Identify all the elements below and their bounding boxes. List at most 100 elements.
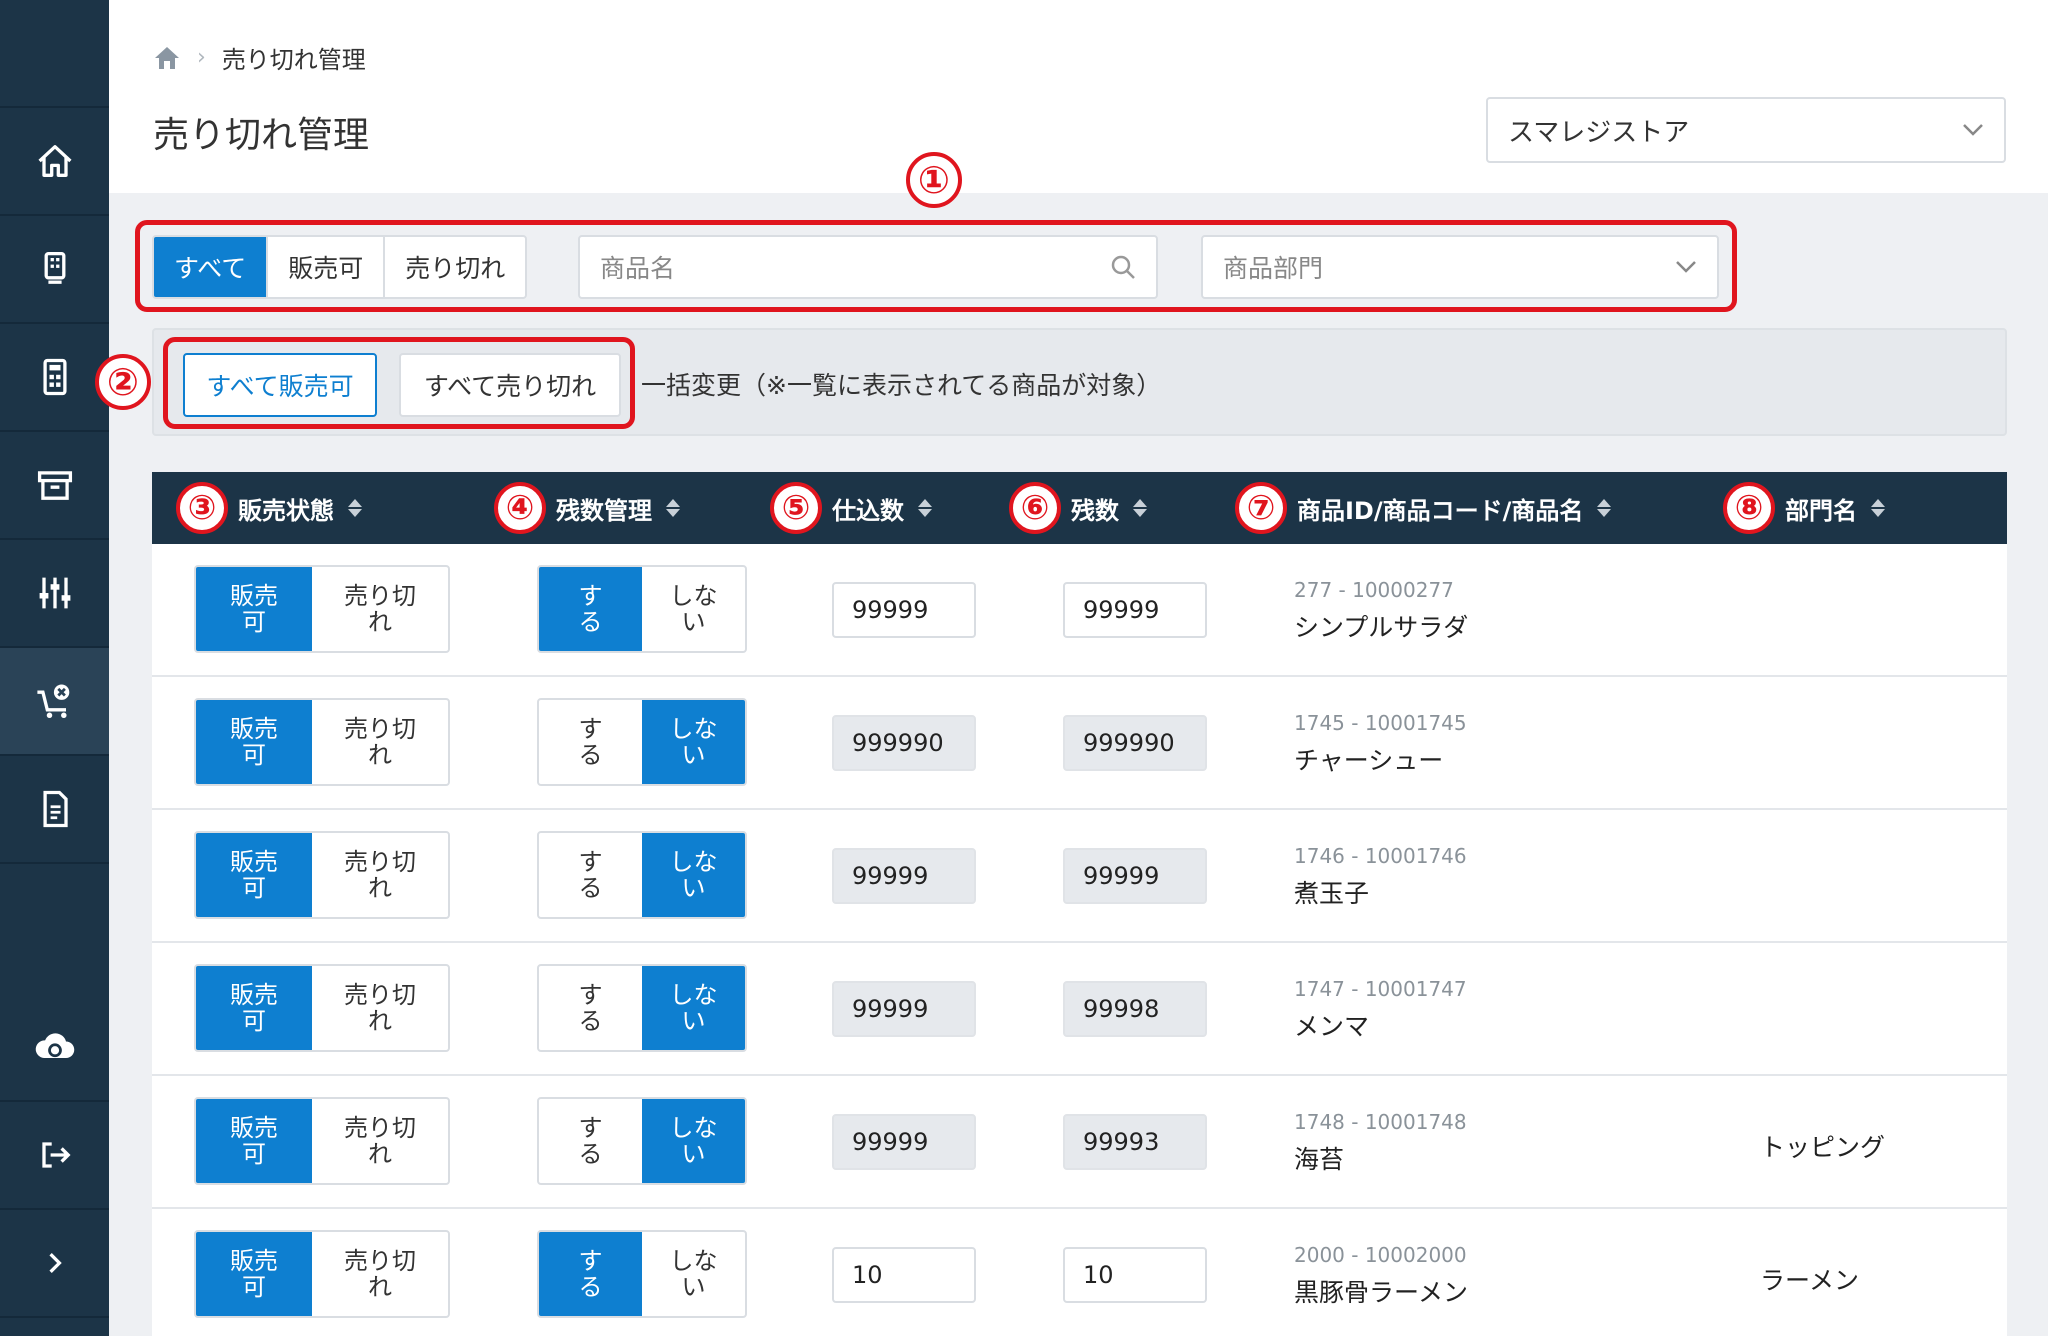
product-id: 277 - 10000277 [1294, 578, 1454, 602]
toggle-soldout[interactable]: 売り切れ [312, 1099, 448, 1183]
sidebar-logo-area [0, 0, 109, 108]
header-label: 商品ID/商品コード/商品名 [1297, 496, 1584, 525]
toggle-manage-on[interactable]: する [539, 1099, 642, 1183]
prep-count-input[interactable]: 99999 [832, 981, 976, 1037]
home-icon[interactable] [153, 45, 181, 71]
toggle-available[interactable]: 販売可 [196, 1232, 312, 1316]
toggle-manage-on[interactable]: する [539, 966, 642, 1050]
sort-icon [918, 499, 932, 517]
toggle-available[interactable]: 販売可 [196, 700, 312, 784]
table-row: 販売可売り切れするしない 99999 99998 1747 - 10001747 メンマ [152, 943, 2007, 1076]
sale-status-toggle: 販売可売り切れ [194, 1230, 450, 1318]
stock-manage-toggle: するしない [537, 831, 747, 919]
toggle-manage-off[interactable]: しない [642, 1099, 745, 1183]
chevron-down-icon [1963, 124, 1983, 136]
remaining-input[interactable]: 99999 [1063, 582, 1207, 638]
sidebar-item-settings[interactable] [0, 540, 109, 648]
cart-x-icon [36, 684, 69, 719]
sidebar-item-sync[interactable] [0, 994, 109, 1102]
annotation-8: ⑧ [1723, 482, 1775, 534]
header-stock-manage[interactable]: ④ 残数管理 [494, 472, 680, 544]
store-select[interactable]: スマレジストア [1486, 97, 2006, 163]
archive-icon [37, 471, 72, 500]
annotation-2: ② [95, 354, 151, 410]
product-id: 1748 - 10001748 [1294, 1110, 1467, 1134]
stock-manage-toggle: するしない [537, 964, 747, 1052]
sidebar-item-calculator[interactable] [0, 324, 109, 432]
toggle-manage-off[interactable]: しない [642, 966, 745, 1050]
header-label: 仕込数 [832, 496, 904, 525]
toggle-manage-off[interactable]: しない [642, 833, 745, 917]
toggle-manage-off[interactable]: しない [642, 700, 745, 784]
toggle-manage-on[interactable]: する [539, 1232, 642, 1316]
sidebar-item-register[interactable] [0, 216, 109, 324]
page-header: › 売り切れ管理 売り切れ管理 スマレジストア [109, 0, 2048, 193]
calculator-icon [42, 358, 67, 396]
page-title: 売り切れ管理 [153, 115, 370, 156]
sidebar-expand[interactable] [0, 1210, 109, 1318]
toggle-manage-off[interactable]: しない [642, 567, 745, 651]
breadcrumb-current: 売り切れ管理 [221, 46, 366, 74]
header-label: 販売状態 [238, 496, 334, 525]
toggle-manage-off[interactable]: しない [642, 1232, 745, 1316]
product-id: 1747 - 10001747 [1294, 977, 1467, 1001]
table-header: ③ 販売状態 ④ 残数管理 ⑤ 仕込数 ⑥ 残数 ⑦ 商品ID/商品コード/商品… [152, 472, 2007, 544]
toggle-manage-on[interactable]: する [539, 700, 642, 784]
sort-icon [1871, 499, 1885, 517]
toggle-manage-on[interactable]: する [539, 567, 642, 651]
prep-count-input[interactable]: 999990 [832, 715, 976, 771]
toggle-available[interactable]: 販売可 [196, 1099, 312, 1183]
bulk-note: 一括変更（※一覧に表示されてる商品が対象） [641, 371, 1162, 400]
prep-count-input[interactable]: 99999 [832, 848, 976, 904]
remaining-input[interactable]: 99999 [1063, 848, 1207, 904]
prep-count-input[interactable]: 10 [832, 1247, 976, 1303]
toggle-soldout[interactable]: 売り切れ [312, 567, 448, 651]
sidebar-item-report[interactable] [0, 756, 109, 864]
header-sale-status[interactable]: ③ 販売状態 [176, 472, 362, 544]
sale-status-toggle: 販売可売り切れ [194, 1097, 450, 1185]
header-label: 残数管理 [556, 496, 652, 525]
toggle-available[interactable]: 販売可 [196, 966, 312, 1050]
toggle-available[interactable]: 販売可 [196, 567, 312, 651]
sliders-icon [39, 577, 70, 609]
prep-count-input[interactable]: 99999 [832, 1114, 976, 1170]
stock-manage-toggle: するしない [537, 565, 747, 653]
annotation-1: ① [906, 152, 962, 208]
toggle-soldout[interactable]: 売り切れ [312, 1232, 448, 1316]
remaining-input[interactable]: 99998 [1063, 981, 1207, 1037]
sidebar-item-home[interactable] [0, 108, 109, 216]
sort-icon [348, 499, 362, 517]
header-label: 残数 [1071, 496, 1119, 525]
stock-manage-toggle: するしない [537, 1230, 747, 1318]
toggle-available[interactable]: 販売可 [196, 833, 312, 917]
toggle-soldout[interactable]: 売り切れ [312, 966, 448, 1050]
annotation-box-2 [163, 337, 635, 429]
sale-status-toggle: 販売可売り切れ [194, 964, 450, 1052]
sort-icon [1133, 499, 1147, 517]
sidebar-item-soldout[interactable] [0, 648, 109, 756]
remaining-input[interactable]: 999990 [1063, 715, 1207, 771]
annotation-5: ⑤ [770, 482, 822, 534]
product-id: 1746 - 10001746 [1294, 844, 1467, 868]
sidebar-item-archive[interactable] [0, 432, 109, 540]
toggle-soldout[interactable]: 売り切れ [312, 700, 448, 784]
table-row: 販売可売り切れするしない 10 10 2000 - 10002000 黒豚骨ラーメン ラー… [152, 1209, 2007, 1336]
stock-manage-toggle: するしない [537, 1097, 747, 1185]
prep-count-input[interactable]: 99999 [832, 582, 976, 638]
header-product[interactable]: ⑦ 商品ID/商品コード/商品名 [1235, 472, 1612, 544]
logout-icon [41, 1142, 71, 1168]
remaining-input[interactable]: 10 [1063, 1247, 1207, 1303]
header-department[interactable]: ⑧ 部門名 [1723, 472, 1885, 544]
header-remaining[interactable]: ⑥ 残数 [1009, 472, 1147, 544]
header-prep-count[interactable]: ⑤ 仕込数 [770, 472, 932, 544]
department-name: トッピング [1760, 1133, 1886, 1162]
product-id: 1745 - 10001745 [1294, 711, 1467, 735]
table-row: 販売可売り切れするしない 99999 99993 1748 - 10001748 海苔ト… [152, 1076, 2007, 1209]
remaining-input[interactable]: 99993 [1063, 1114, 1207, 1170]
stock-manage-toggle: するしない [537, 698, 747, 786]
sidebar-item-logout[interactable] [0, 1102, 109, 1210]
product-id: 2000 - 10002000 [1294, 1243, 1467, 1267]
toggle-soldout[interactable]: 売り切れ [312, 833, 448, 917]
toggle-manage-on[interactable]: する [539, 833, 642, 917]
